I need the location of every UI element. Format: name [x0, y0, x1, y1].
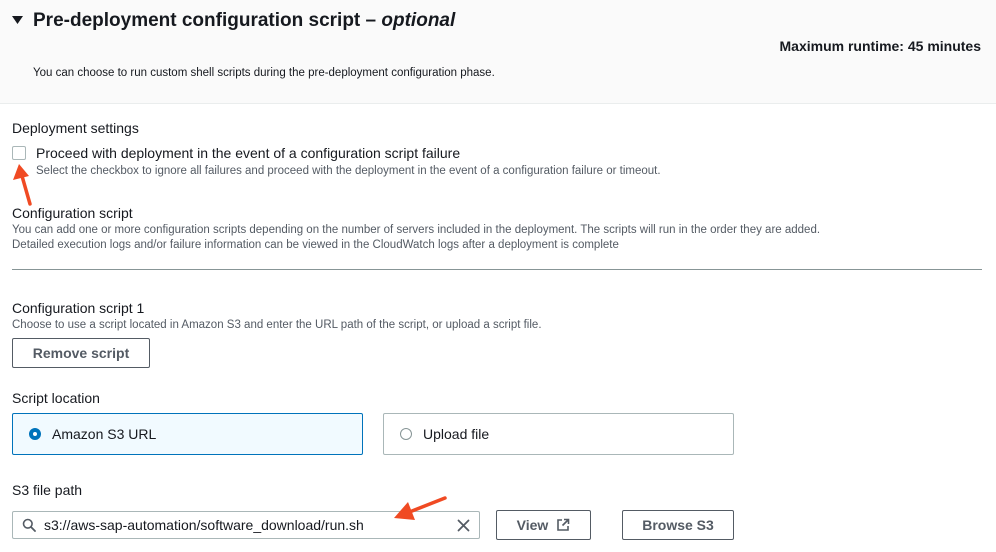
checkbox-help-text: Select the checkbox to ignore all failur…	[36, 165, 661, 177]
configuration-script-1-heading: Configuration script 1	[12, 300, 145, 316]
amazon-s3-url-label: Amazon S3 URL	[52, 426, 157, 442]
s3-file-path-heading: S3 file path	[12, 482, 83, 498]
script-location-heading: Script location	[12, 390, 100, 406]
upload-file-option[interactable]: Upload file	[383, 413, 734, 455]
external-link-icon	[557, 518, 570, 531]
section-title-text: Pre-deployment configuration script	[33, 10, 361, 31]
configuration-script-desc-2: Detailed execution logs and/or failure i…	[12, 239, 619, 251]
remove-script-button[interactable]: Remove script	[12, 338, 150, 368]
section-divider	[12, 269, 982, 270]
section-header: Pre-deployment configuration script – op…	[0, 0, 996, 104]
proceed-on-failure-checkbox[interactable]	[12, 146, 26, 160]
browse-s3-button[interactable]: Browse S3	[622, 510, 734, 540]
annotation-arrow-path	[394, 496, 447, 520]
search-icon	[22, 518, 36, 532]
optional-label: optional	[381, 10, 456, 31]
amazon-s3-url-option[interactable]: Amazon S3 URL	[12, 413, 363, 455]
view-button[interactable]: View	[496, 510, 591, 540]
clear-icon[interactable]	[457, 519, 470, 532]
title-separator: –	[360, 10, 382, 31]
radio-unselected-icon[interactable]	[400, 428, 412, 440]
proceed-on-failure-label[interactable]: Proceed with deployment in the event of …	[36, 145, 460, 161]
configuration-script-1-desc: Choose to use a script located in Amazon…	[12, 319, 542, 331]
radio-selected-icon[interactable]	[29, 428, 41, 440]
view-label: View	[516, 517, 549, 533]
section-description: You can choose to run custom shell scrip…	[33, 67, 495, 79]
upload-file-label: Upload file	[423, 426, 490, 442]
section-title[interactable]: Pre-deployment configuration script – op…	[33, 10, 455, 32]
deployment-settings-heading: Deployment settings	[12, 120, 139, 136]
max-runtime-label: Maximum runtime: 45 minutes	[779, 38, 982, 54]
annotation-arrow-checkbox	[13, 164, 32, 206]
configuration-script-heading: Configuration script	[12, 205, 133, 221]
remove-script-label: Remove script	[32, 345, 130, 361]
browse-s3-label: Browse S3	[642, 517, 714, 533]
configuration-script-desc-1: You can add one or more configuration sc…	[12, 224, 821, 236]
caret-down-icon[interactable]	[12, 16, 23, 25]
